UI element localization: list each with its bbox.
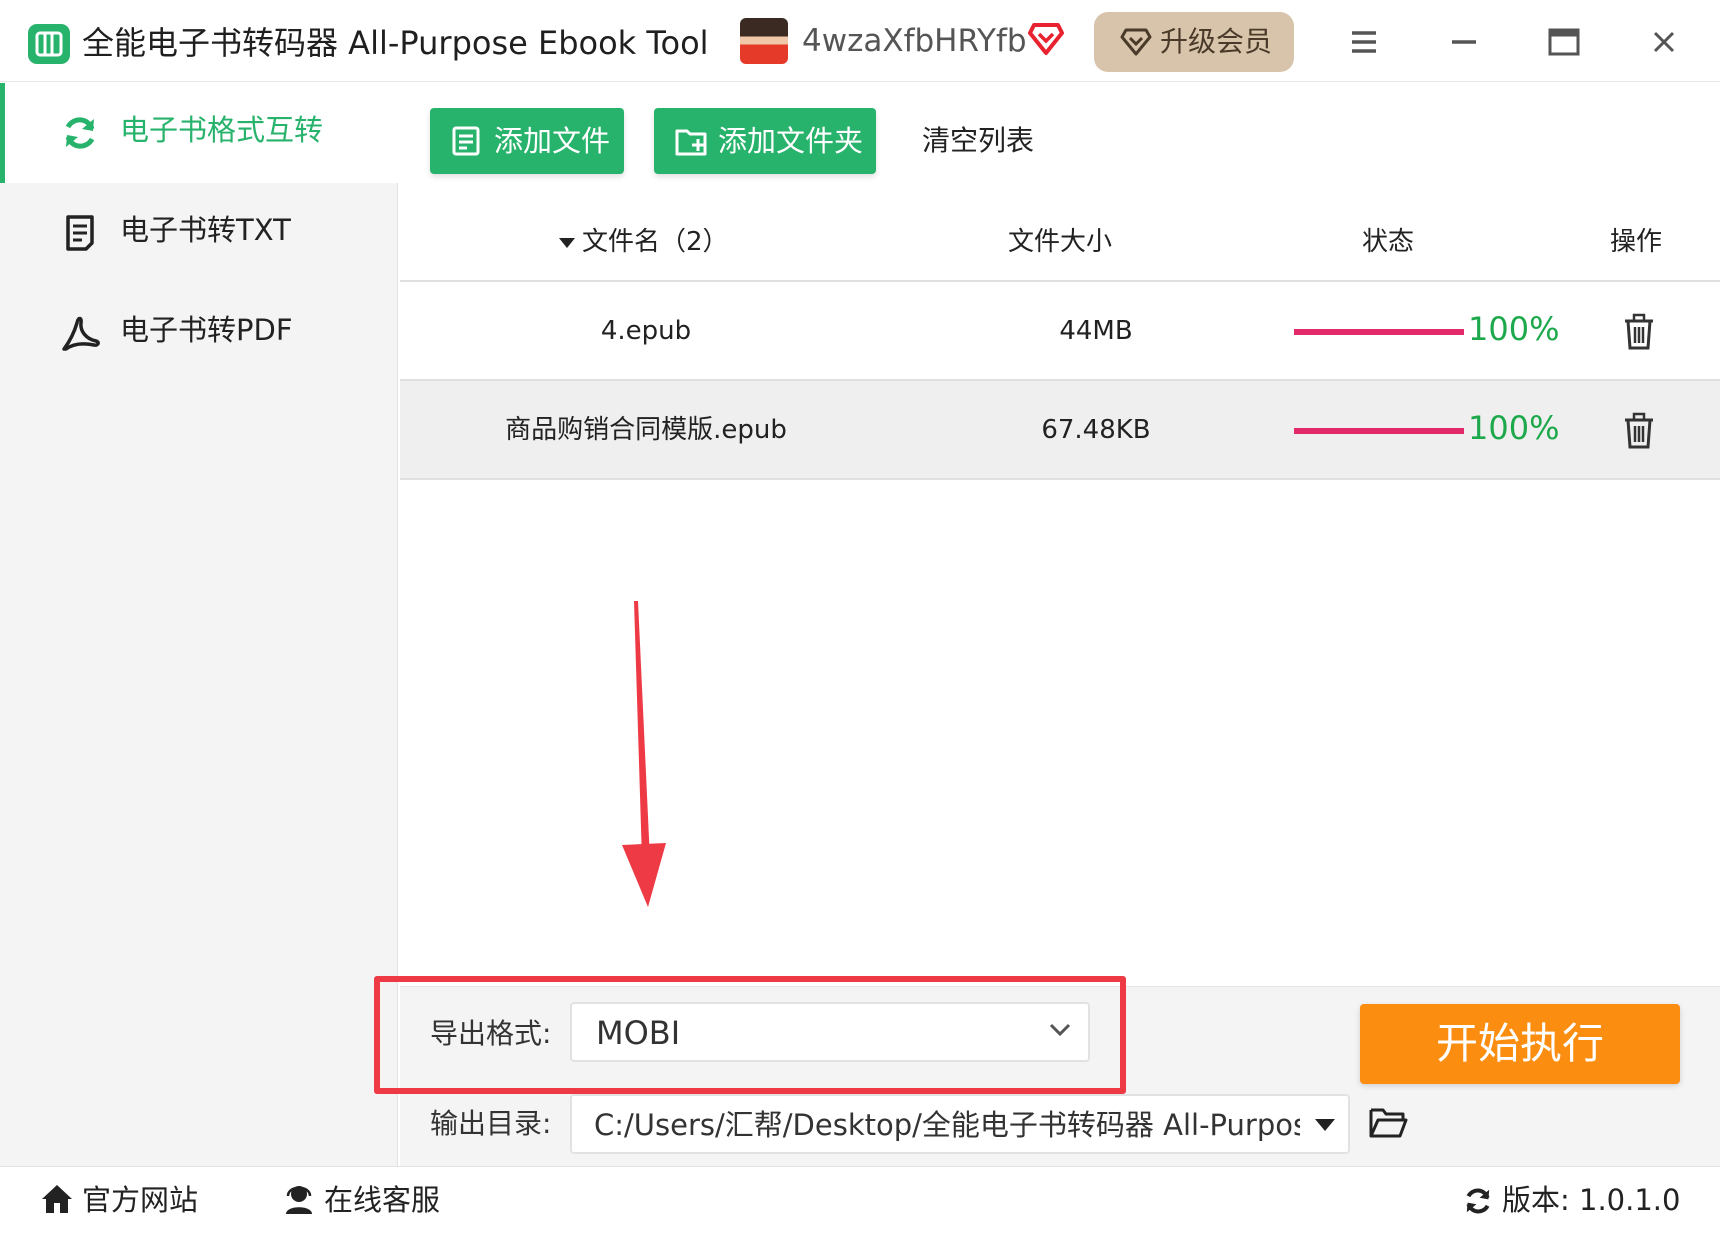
add-file-button[interactable]: 添加文件 — [430, 108, 624, 174]
start-button[interactable]: 开始执行 — [1360, 1004, 1680, 1084]
column-header-filesize: 文件大小 — [1008, 227, 1113, 257]
home-icon — [42, 1185, 72, 1213]
upgrade-vip-button[interactable]: 升级会员 — [1094, 12, 1294, 72]
upgrade-vip-label: 升级会员 — [1160, 25, 1273, 58]
output-dir-label: 输出目录: — [430, 1107, 552, 1140]
chevron-down-icon — [1049, 1023, 1071, 1037]
progress-percent: 100% — [1468, 310, 1560, 348]
username[interactable]: 4wzaXfbHRYfb — [802, 18, 1027, 64]
sidebar-item-label: 电子书格式互转 — [120, 113, 324, 147]
acrobat-icon — [62, 316, 100, 351]
minimize-icon[interactable] — [1444, 22, 1484, 62]
progress-percent: 100% — [1468, 409, 1560, 447]
version-label: 版本: 1.0.1.0 — [1502, 1183, 1681, 1217]
sidebar: 电子书格式互转 电子书转TXT 电子书转PDF — [0, 83, 398, 1166]
footer: 官方网站 在线客服 版本: 1.0.1.0 — [0, 1166, 1720, 1234]
support-agent-icon — [286, 1186, 312, 1214]
sidebar-item-ebook-to-txt[interactable]: 电子书转TXT — [0, 183, 398, 283]
official-website-label: 官方网站 — [82, 1183, 199, 1217]
sidebar-item-label: 电子书转PDF — [120, 313, 293, 347]
online-support-label: 在线客服 — [324, 1183, 441, 1217]
clear-list-button[interactable]: 清空列表 — [922, 118, 1034, 164]
annotation-arrow-icon — [622, 601, 666, 907]
column-header-label: 文件名（2） — [582, 227, 729, 257]
trash-icon[interactable] — [1622, 313, 1656, 351]
table-row[interactable]: 4.epub 44MB 100% — [400, 282, 1720, 381]
file-add-icon — [452, 126, 480, 156]
export-format-select[interactable]: MOBI — [570, 1002, 1090, 1062]
user-avatar[interactable] — [740, 18, 788, 64]
sidebar-item-label: 电子书转TXT — [120, 213, 291, 247]
output-dir-select[interactable]: C:/Users/汇帮/Desktop/全能电子书转码器 All-Purpose… — [570, 1094, 1350, 1154]
file-table-header: 文件名（2） 文件大小 状态 操作 — [400, 200, 1720, 282]
vip-diamond-icon — [1028, 23, 1064, 55]
file-name: 4.epub — [600, 316, 692, 346]
app-logo-icon — [28, 24, 70, 64]
file-name: 商品购销合同模版.epub — [505, 415, 787, 445]
add-folder-button[interactable]: 添加文件夹 — [654, 108, 876, 174]
sort-down-icon — [559, 237, 575, 248]
diamond-icon — [1120, 28, 1152, 56]
file-size: 44MB — [1059, 316, 1133, 346]
export-format-value: MOBI — [596, 1014, 681, 1052]
maximize-icon[interactable] — [1544, 22, 1584, 62]
table-row[interactable]: 商品购销合同模版.epub 67.48KB 100% — [400, 381, 1720, 480]
sidebar-item-ebook-to-pdf[interactable]: 电子书转PDF — [0, 283, 398, 383]
menu-icon[interactable] — [1344, 22, 1384, 62]
progress-bar — [1294, 329, 1464, 335]
column-header-action: 操作 — [1610, 227, 1663, 257]
app-title: 全能电子书转码器 All-Purpose Ebook Tool — [82, 24, 709, 62]
title-bar: 全能电子书转码器 All-Purpose Ebook Tool 4wzaXfbH… — [0, 0, 1720, 82]
add-file-label: 添加文件 — [494, 124, 611, 158]
folder-open-icon[interactable] — [1368, 1106, 1408, 1140]
sidebar-item-format-convert[interactable]: 电子书格式互转 — [0, 83, 398, 183]
folder-add-icon — [675, 129, 707, 156]
output-dir-value: C:/Users/汇帮/Desktop/全能电子书转码器 All-Purpose… — [594, 1108, 1300, 1142]
progress-bar — [1294, 428, 1464, 434]
document-icon — [66, 215, 94, 251]
refresh-icon — [1466, 1188, 1490, 1214]
file-size: 67.48KB — [1041, 415, 1151, 445]
trash-icon[interactable] — [1622, 412, 1656, 450]
add-folder-label: 添加文件夹 — [718, 124, 864, 158]
caret-down-icon — [1315, 1119, 1335, 1131]
refresh-icon — [65, 117, 95, 149]
export-format-label: 导出格式: — [430, 1017, 552, 1050]
column-header-status: 状态 — [1362, 227, 1415, 257]
close-icon[interactable] — [1644, 22, 1684, 62]
column-header-filename[interactable]: 文件名（2） — [558, 220, 729, 264]
